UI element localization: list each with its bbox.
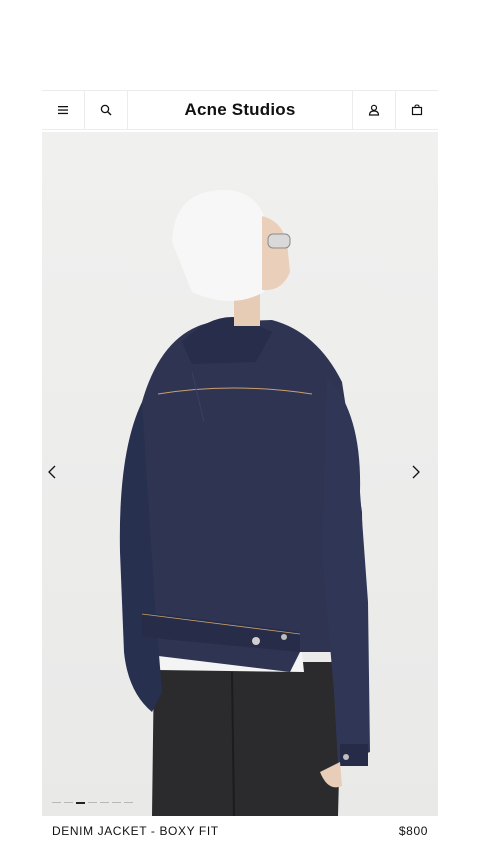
- next-image-button[interactable]: [410, 465, 434, 489]
- chevron-left-icon: [48, 465, 56, 479]
- top-navigation-bar: Acne Studios: [42, 90, 438, 130]
- menu-button[interactable]: [42, 91, 85, 129]
- search-button[interactable]: [85, 91, 128, 129]
- model-in-denim-jacket-illustration: [119, 189, 370, 816]
- slide-dot-active[interactable]: [76, 802, 85, 804]
- shopping-bag-icon: [411, 104, 423, 116]
- user-icon: [368, 104, 380, 116]
- previous-image-button[interactable]: [46, 465, 70, 489]
- brand-logo[interactable]: Acne Studios: [128, 91, 352, 129]
- shopping-bag-button[interactable]: [395, 91, 438, 129]
- product-image[interactable]: [42, 132, 438, 816]
- slide-indicator: [52, 802, 133, 804]
- slide-dot[interactable]: [88, 802, 97, 803]
- hamburger-menu-icon: [58, 106, 68, 115]
- product-price: $800: [398, 824, 428, 838]
- slide-dot[interactable]: [112, 802, 121, 803]
- account-button[interactable]: [352, 91, 395, 129]
- product-name[interactable]: DENIM JACKET - BOXY FIT: [52, 824, 219, 838]
- chevron-right-icon: [412, 465, 420, 479]
- product-info-row[interactable]: DENIM JACKET - BOXY FIT $800: [42, 816, 438, 846]
- slide-dot[interactable]: [64, 802, 73, 803]
- slide-dot[interactable]: [100, 802, 109, 803]
- slide-dot[interactable]: [52, 802, 61, 803]
- product-card: Acne Studios DENIM JACKET - BOXY FIT $80…: [42, 90, 438, 838]
- slide-dot[interactable]: [124, 802, 133, 803]
- search-icon: [100, 104, 112, 116]
